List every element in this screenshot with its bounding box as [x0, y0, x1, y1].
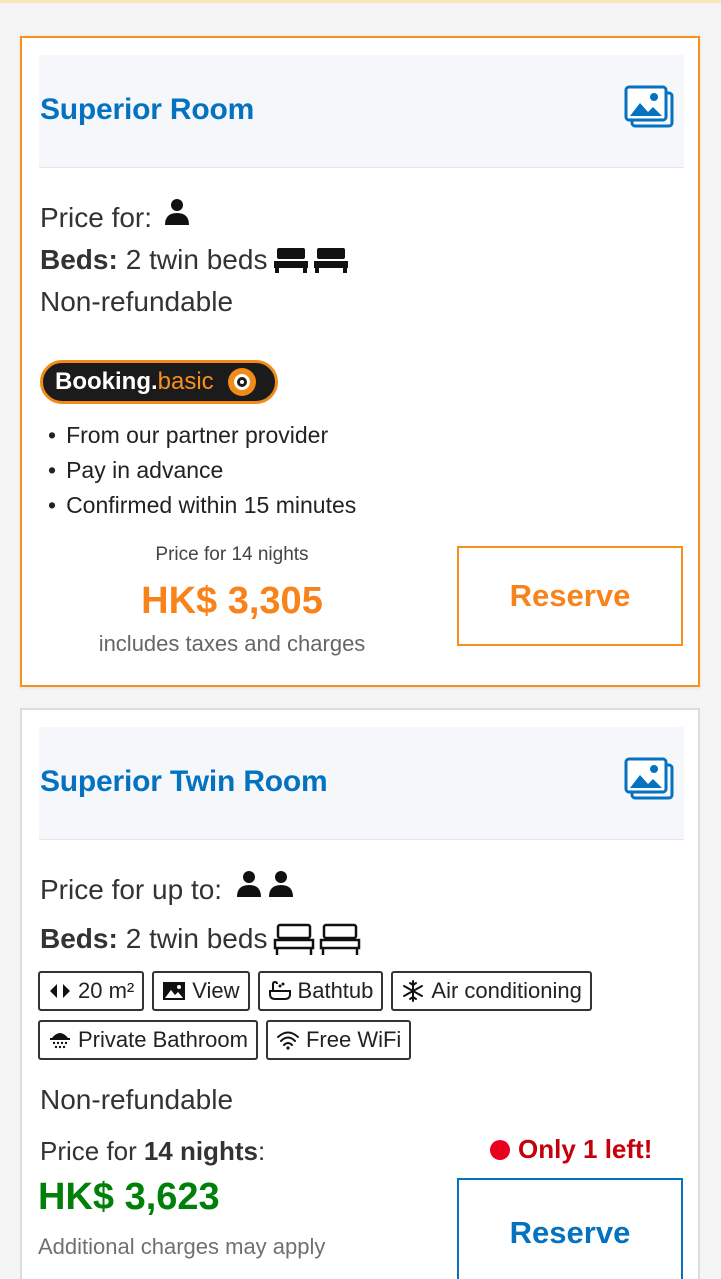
- bathtub-icon: [268, 980, 291, 1000]
- badge-brand: Booking.: [55, 368, 158, 395]
- wifi-icon: [276, 1031, 299, 1050]
- bed-icon: [274, 248, 309, 273]
- photo-gallery-icon[interactable]: [624, 757, 674, 801]
- facilities-list: 20 m² View Bathtub Air conditioning Priv…: [38, 971, 678, 1060]
- price-for-line: Price for:: [40, 199, 192, 234]
- beds-value: 2 twin beds: [125, 244, 268, 275]
- bed-icon: [274, 923, 315, 955]
- refund-policy: Non-refundable: [40, 1084, 234, 1115]
- room-card-header: Superior Twin Room: [39, 727, 684, 840]
- facility-chip: Free WiFi: [265, 1020, 412, 1060]
- price-for-line: Price for up to:: [40, 871, 296, 906]
- price-block: Price for 14 nights HK$ 3,305 includes t…: [82, 544, 382, 657]
- snowflake-icon: [403, 980, 424, 1002]
- facility-label: Air conditioning: [431, 978, 582, 1003]
- beds-value: 2 twin beds: [125, 923, 268, 954]
- reserve-button[interactable]: Reserve: [457, 546, 683, 646]
- facility-label: Free WiFi: [305, 1027, 402, 1052]
- reserve-button[interactable]: Reserve: [457, 1178, 683, 1279]
- person-icon: [165, 199, 190, 225]
- price-note: Additional charges may apply: [38, 1234, 326, 1259]
- price-for-nights: 14 nights: [143, 1136, 258, 1166]
- price-value: HK$ 3,305: [141, 580, 323, 622]
- person-icon: [269, 871, 294, 897]
- room-card-header: Superior Room: [39, 55, 684, 168]
- facility-label: Private Bathroom: [78, 1027, 248, 1052]
- facility-label: View: [192, 978, 240, 1003]
- bed-icon: [320, 923, 361, 955]
- beds-line: Beds: 2 twin beds: [40, 244, 349, 276]
- facility-chip: Air conditioning: [391, 971, 592, 1011]
- room-size-icon: [50, 984, 70, 998]
- facility-chip: 20 m²: [38, 971, 145, 1011]
- facility-label: Bathtub: [297, 978, 374, 1003]
- photo-gallery-icon[interactable]: [624, 85, 674, 129]
- list-item: From our partner provider: [48, 418, 356, 453]
- facility-chip: Bathtub: [257, 971, 384, 1011]
- top-divider: [0, 0, 721, 3]
- price-for-label: Price for:: [40, 202, 153, 233]
- price-value: HK$ 3,623: [38, 1176, 220, 1218]
- conditions-list: From our partner provider Pay in advance…: [48, 418, 356, 523]
- price-for-nights-line: Price for 14 nights:: [40, 1136, 265, 1167]
- price-for-label: Price for up to:: [40, 874, 223, 905]
- beds-label: Beds:: [40, 923, 118, 954]
- facility-label: 20 m²: [78, 978, 135, 1003]
- badge-target-icon: [227, 368, 256, 396]
- view-icon: [163, 982, 186, 1000]
- badge-tier: basic: [157, 368, 214, 395]
- room-card-superior-twin-room[interactable]: Superior Twin Room Price for up to: Beds…: [20, 708, 700, 1279]
- list-item: Pay in advance: [48, 453, 356, 488]
- beds-line: Beds: 2 twin beds: [40, 922, 361, 956]
- scarcity-badge: Only 1 left!: [490, 1134, 652, 1165]
- bed-icon: [314, 248, 349, 273]
- facility-chip: Private Bathroom: [38, 1020, 258, 1060]
- beds-label: Beds:: [40, 244, 118, 275]
- refund-policy: Non-refundable: [40, 286, 234, 317]
- price-for-suffix: :: [257, 1136, 266, 1166]
- price-for-prefix: Price for: [40, 1136, 137, 1166]
- facility-chip: View: [152, 971, 250, 1011]
- shower-icon: [50, 1033, 70, 1049]
- booking-basic-badge: Booking. basic: [40, 360, 278, 404]
- list-item: Confirmed within 15 minutes: [48, 488, 356, 523]
- red-dot-icon: [490, 1139, 510, 1160]
- room-card-superior-room[interactable]: Superior Room Price for: Beds: 2 twin be…: [20, 36, 700, 687]
- price-nights-label: Price for 14 nights: [155, 544, 309, 565]
- room-title[interactable]: Superior Room: [40, 93, 254, 127]
- person-icon: [237, 871, 262, 897]
- room-title[interactable]: Superior Twin Room: [40, 765, 328, 799]
- price-note: includes taxes and charges: [98, 631, 366, 656]
- scarcity-text: Only 1 left!: [518, 1134, 653, 1164]
